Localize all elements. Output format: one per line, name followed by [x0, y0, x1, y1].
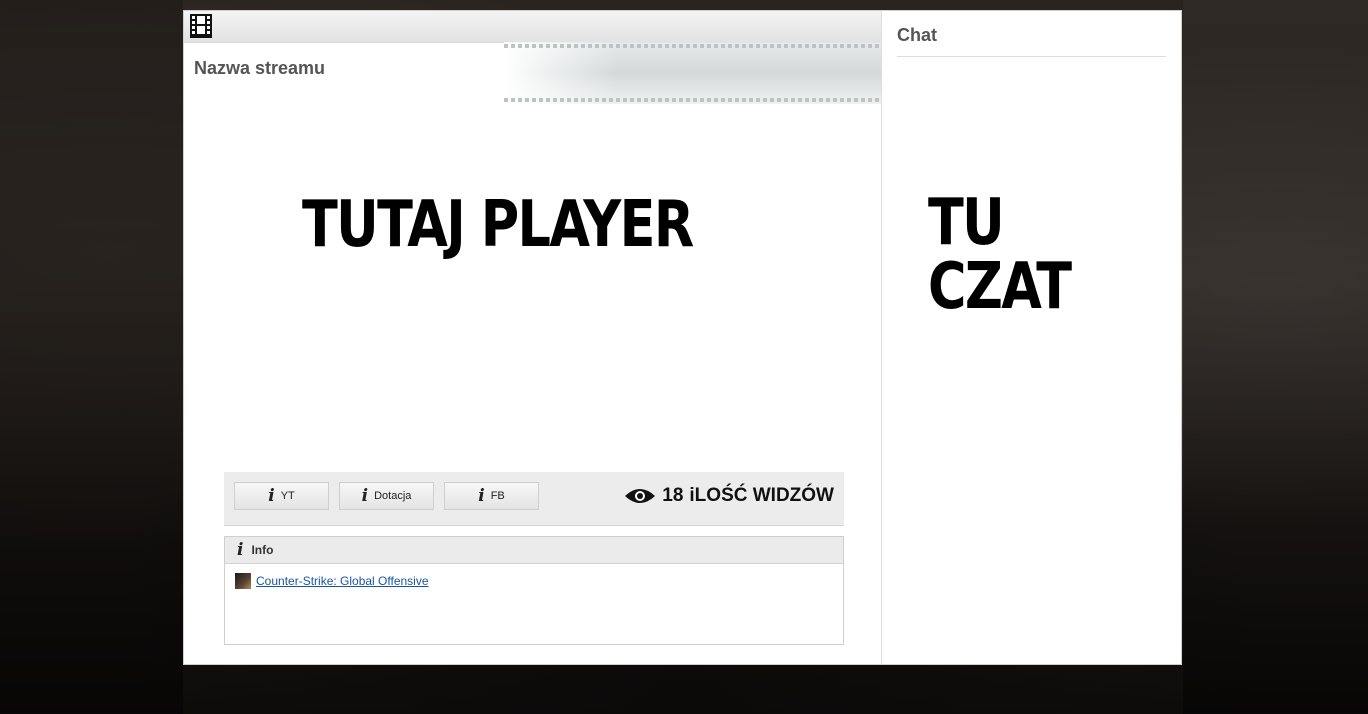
info-content: Counter-Strike: Global Offensive	[225, 564, 843, 589]
info-box: i Info Counter-Strike: Global Offensive	[224, 536, 844, 645]
yt-button-label: YT	[280, 490, 295, 502]
player-placeholder: TUTAJ PLAYER	[302, 188, 694, 262]
fb-button-label: FB	[490, 490, 505, 502]
chat-divider	[897, 56, 1166, 57]
info-heading: Info	[251, 543, 274, 557]
stream-panel: Nazwa streamu TUTAJ PLAYER i YT i Dotacj…	[184, 11, 881, 664]
info-icon: i	[361, 486, 369, 506]
eye-icon	[625, 489, 656, 503]
chat-placeholder: TU CZAT	[928, 186, 1072, 324]
background-scene	[0, 0, 183, 714]
toolbar	[184, 11, 881, 43]
stream-title: Nazwa streamu	[194, 58, 326, 78]
donation-button-label: Dotacja	[374, 490, 412, 502]
info-icon: i	[237, 540, 244, 560]
film-icon[interactable]	[190, 14, 212, 38]
stream-page-container: Nazwa streamu TUTAJ PLAYER i YT i Dotacj…	[183, 10, 1182, 665]
game-thumbnail	[235, 573, 251, 589]
viewer-count: 18 iLOŚĆ WIDZÓW	[624, 485, 834, 507]
fb-button[interactable]: i FB	[444, 482, 539, 510]
info-icon: i	[478, 486, 485, 506]
filmstrip-decoration	[504, 42, 881, 104]
game-link[interactable]: Counter-Strike: Global Offensive	[256, 574, 429, 588]
viewer-count-label: iLOŚĆ WIDZÓW	[689, 485, 834, 506]
donation-button[interactable]: i Dotacja	[339, 482, 434, 510]
info-header: i Info	[225, 537, 843, 564]
background-scene-right	[1183, 0, 1368, 714]
yt-button[interactable]: i YT	[234, 482, 329, 510]
stream-links-bar: i YT i Dotacja i FB 18 iLOŚĆ WIDZÓW	[224, 472, 844, 526]
info-icon: i	[268, 486, 275, 506]
chat-panel: Chat TU CZAT	[881, 11, 1182, 664]
viewer-count-number: 18	[662, 485, 684, 506]
chat-title: Chat	[897, 25, 937, 45]
